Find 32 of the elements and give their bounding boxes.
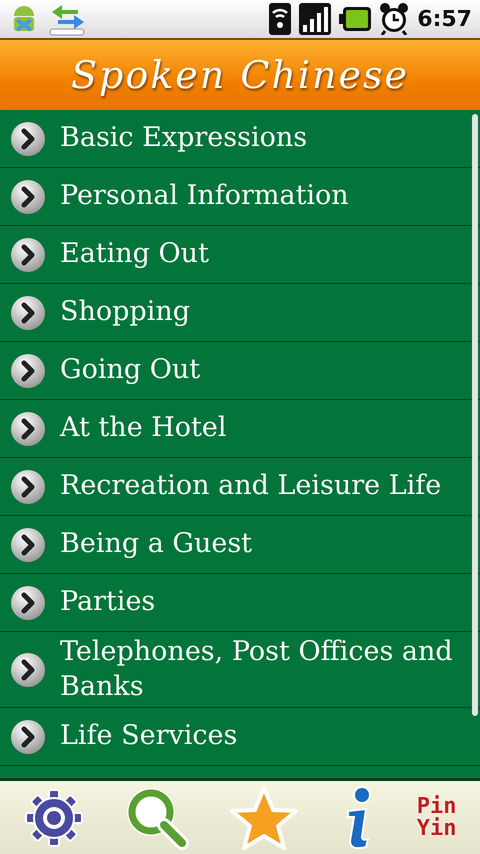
topic-item[interactable]: Shopping	[0, 284, 480, 342]
topic-item[interactable]: Parties	[0, 574, 480, 632]
star-icon	[229, 784, 300, 850]
chevron-right-icon	[10, 526, 46, 562]
chevron-right-icon	[10, 294, 46, 330]
chevron-right-icon	[10, 584, 46, 620]
chevron-right-icon	[10, 236, 46, 272]
clock-time: 6:57	[417, 6, 472, 32]
settings-button[interactable]	[23, 786, 86, 848]
topic-item[interactable]: Being a Guest	[0, 516, 480, 574]
chevron-right-icon	[10, 718, 46, 755]
topic-item[interactable]: Telephones, Post Offices and Banks	[0, 632, 480, 708]
chevron-right-icon	[10, 178, 46, 214]
pinyin-button[interactable]: Pin Yin	[416, 796, 457, 840]
chevron-right-icon	[10, 410, 46, 446]
chevron-right-icon	[10, 352, 46, 388]
signal-icon	[299, 3, 332, 35]
topic-item[interactable]: Life Services	[0, 708, 480, 766]
topic-item[interactable]: Going Out	[0, 342, 480, 400]
topic-item[interactable]: Basic Expressions	[0, 110, 480, 168]
chevron-right-icon	[10, 120, 46, 156]
chevron-right-icon	[10, 652, 46, 688]
wifi-icon	[269, 3, 292, 35]
topic-item[interactable]: Eating Out	[0, 226, 480, 284]
topic-item[interactable]: Recreation and Leisure Life	[0, 458, 480, 516]
topic-item[interactable]: At the Hotel	[0, 400, 480, 458]
chevron-right-icon	[10, 468, 46, 504]
topic-item[interactable]: Personal Information	[0, 168, 480, 226]
alarm-clock-icon	[379, 3, 410, 35]
app-title: Spoken Chinese	[71, 53, 409, 97]
battery-icon	[339, 7, 372, 31]
settings-icon	[23, 786, 86, 848]
